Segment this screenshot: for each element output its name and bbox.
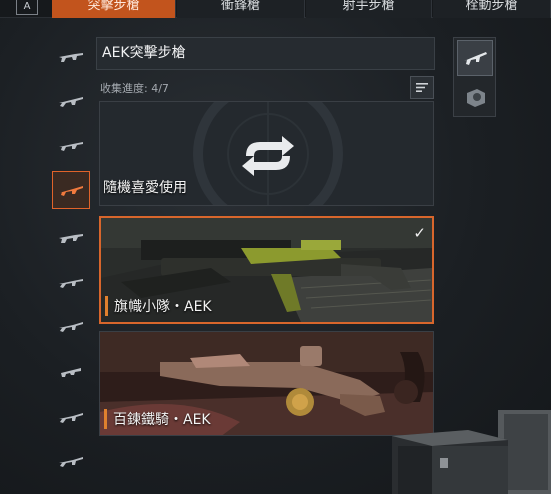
rifle-icon [59, 457, 83, 467]
weapon-title: AEK突擊步槍 [96, 37, 435, 70]
rifle-icon [59, 97, 83, 107]
selected-check-icon: ✓ [413, 224, 426, 242]
tab-assault-rifle[interactable]: 突擊步槍 [52, 0, 176, 18]
rifle-icon [59, 322, 83, 332]
tab-smg[interactable]: 衝鋒槍 [177, 0, 305, 18]
rifle-icon [59, 142, 83, 151]
sort-icon [416, 83, 428, 92]
weapon-slot-2[interactable] [52, 82, 90, 120]
progress-label: 收集進度: [100, 82, 148, 95]
weapon-category-tabs: A 突擊步槍 衝鋒槍 射手步槍 栓動步槍 [0, 0, 551, 18]
attachment-column [453, 37, 496, 117]
weapon-slot-10[interactable] [52, 442, 90, 480]
weapon-slot-aek-selected[interactable] [52, 171, 90, 209]
collection-progress: 收集進度: 4/7 [100, 80, 169, 96]
attachment-scope-button[interactable] [457, 80, 493, 116]
tab-marksman-rifle[interactable]: 射手步槍 [306, 0, 432, 18]
weapon-slot-7[interactable] [52, 307, 90, 345]
skin-card-flag-squad[interactable]: ✓ 旗幟小隊・AEK [99, 216, 434, 324]
rifle-icon [59, 186, 83, 196]
weapon-slot-5[interactable] [52, 218, 90, 256]
weapon-slot-1[interactable] [52, 37, 90, 75]
weapon-slot-6[interactable] [52, 263, 90, 301]
skin-card-iron-cavalry[interactable]: 百鍊鐵騎・AEK [99, 331, 434, 436]
weapon-slot-3[interactable] [52, 126, 90, 164]
rifle-icon [59, 413, 83, 423]
rifle-icon [59, 279, 83, 288]
weapon-slot-9[interactable] [52, 398, 90, 436]
weapon-slot-8[interactable] [52, 352, 90, 390]
card-label-flag-squad: 旗幟小隊・AEK [105, 296, 212, 316]
rifle-icon [59, 234, 83, 243]
key-hint-a: A [16, 0, 38, 15]
attachment-rifle-button[interactable] [457, 40, 493, 76]
random-favorite-card[interactable]: 隨機喜愛使用 [99, 101, 434, 206]
card-label-iron-cavalry: 百鍊鐵騎・AEK [104, 409, 211, 429]
rifle-icon [61, 368, 81, 377]
rifle-icon [464, 52, 487, 65]
progress-value: 4/7 [151, 82, 169, 95]
rifle-icon [59, 53, 83, 62]
sort-button[interactable] [410, 76, 434, 99]
card-label-random: 隨機喜愛使用 [103, 180, 187, 196]
shuffle-icon [242, 136, 294, 176]
crates-decoration [392, 410, 551, 494]
scope-icon [467, 89, 485, 107]
tab-bolt-action-rifle[interactable]: 栓動步槍 [433, 0, 551, 18]
